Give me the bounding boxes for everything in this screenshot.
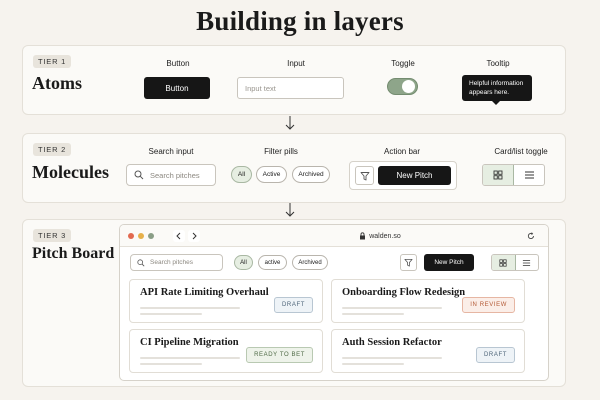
filter-pill-archived[interactable]: Archived [292,255,328,270]
arrow-down-icon [285,116,295,130]
tier-badge: TIER 1 [33,55,72,68]
forward-button[interactable] [188,230,200,242]
atom-toggle[interactable] [387,78,418,95]
back-button[interactable] [173,230,185,242]
chevron-right-icon [192,232,197,240]
search-placeholder: Search pitches [150,259,193,266]
atom-tooltip: Helpful information appears here. [462,75,532,105]
filter-button[interactable] [355,166,374,185]
column-label-search: Search input [148,147,194,156]
lock-icon [360,232,366,240]
list-icon [524,171,534,179]
tier-name: Pitch Board [32,245,115,262]
filter-pill-active[interactable]: Active [256,166,287,183]
column-label-tooltip: Tooltip [486,59,510,68]
new-pitch-button[interactable]: New Pitch [378,166,451,185]
toggle-knob [402,80,415,93]
pitch-card-title: CI Pipeline Migration [140,337,239,348]
view-toggle [491,254,539,271]
status-badge: READY TO BET [246,347,313,363]
window-maximize-dot[interactable] [148,233,154,239]
list-view-button[interactable] [514,165,544,185]
filter-icon [360,171,369,180]
molecule-search-input[interactable]: Search pitches [126,164,216,186]
url-bar[interactable]: walden.so [212,229,548,243]
search-icon [134,170,144,180]
page-title: Building in layers [196,6,404,36]
window-close-dot[interactable] [128,233,134,239]
grid-icon [493,170,503,180]
filter-icon [404,258,413,267]
grid-view-button[interactable] [483,165,514,185]
tier-name: Molecules [32,162,109,182]
filter-pill-archived[interactable]: Archived [292,166,330,183]
arrow-down-icon [285,203,295,217]
card-placeholder-line [342,313,404,315]
pitch-card-title: Onboarding Flow Redesign [342,287,466,298]
card-placeholder-line [140,313,202,315]
browser-window: walden.so Search pitches All active Arch… [119,224,549,381]
filter-pill-active[interactable]: active [258,255,287,270]
pitch-card[interactable]: Onboarding Flow Redesign IN REVIEW [331,279,525,323]
new-pitch-button[interactable]: New Pitch [424,254,474,271]
pitch-card[interactable]: API Rate Limiting Overhaul DRAFT [129,279,323,323]
search-icon [137,258,145,266]
card-placeholder-line [342,363,404,365]
list-icon [523,259,531,266]
tier-atoms: TIER 1 Atoms Button Button Input Input t… [22,45,566,115]
tooltip-tail [492,101,500,105]
pitch-card-title: Auth Session Refactor [342,337,442,348]
column-label-filter: Filter pills [264,147,298,156]
status-badge: IN REVIEW [462,297,515,313]
tier-badge: TIER 3 [33,229,72,242]
refresh-icon[interactable] [527,232,535,240]
tier-name: Atoms [32,73,82,93]
grid-view-button[interactable] [492,255,516,270]
list-view-button[interactable] [516,255,539,270]
board-search-input[interactable]: Search pitches [130,254,223,271]
column-label-view-toggle: Card/list toggle [494,147,548,156]
window-minimize-dot[interactable] [138,233,144,239]
column-label-button: Button [166,59,190,68]
column-label-action-bar: Action bar [383,147,421,156]
card-placeholder-line [140,363,202,365]
atom-button[interactable]: Button [144,77,210,99]
tier-badge: TIER 2 [33,143,72,156]
column-label-input: Input [287,59,305,68]
card-placeholder-line [140,307,240,309]
grid-icon [499,258,507,267]
card-placeholder-line [140,357,240,359]
pitch-card-title: API Rate Limiting Overhaul [140,287,269,298]
chevron-left-icon [176,232,181,240]
action-bar: New Pitch [349,161,457,190]
card-placeholder-line [342,357,442,359]
browser-chrome: walden.so [120,225,548,247]
view-toggle [482,164,545,186]
filter-pill-all[interactable]: All [231,166,252,183]
filter-button[interactable] [400,254,417,271]
tooltip-text: Helpful information appears here. [469,80,524,96]
pitch-card[interactable]: CI Pipeline Migration READY TO BET [129,329,323,373]
status-badge: DRAFT [476,347,515,363]
atom-input[interactable]: Input text [237,77,344,99]
search-placeholder: Search pitches [150,170,200,180]
card-placeholder-line [342,307,442,309]
column-label-toggle: Toggle [391,59,415,68]
tier-molecules: TIER 2 Molecules Search input Search pit… [22,133,566,203]
filter-pill-all[interactable]: All [234,255,253,270]
status-badge: DRAFT [274,297,313,313]
url-text: walden.so [369,232,401,240]
pitch-card[interactable]: Auth Session Refactor DRAFT [331,329,525,373]
